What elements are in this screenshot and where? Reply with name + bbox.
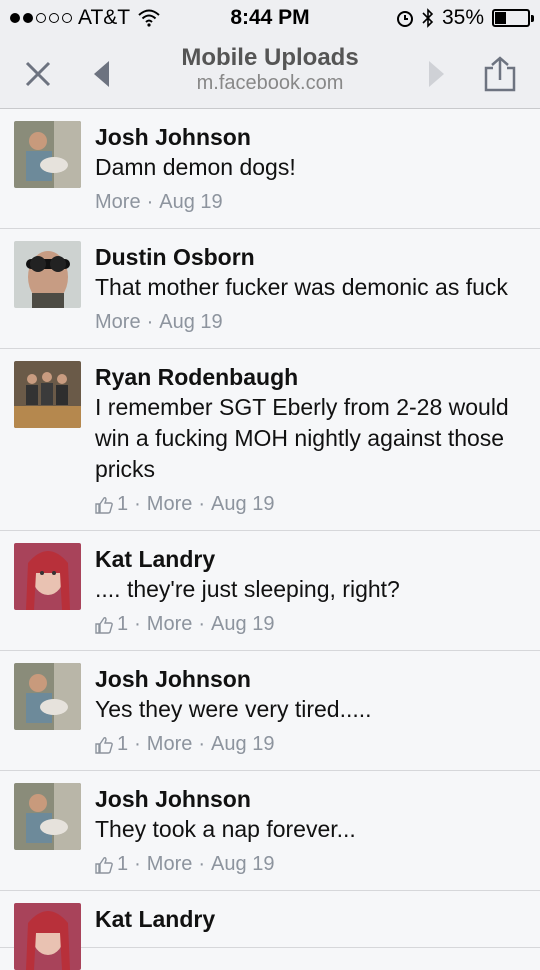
alarm-icon — [396, 11, 413, 27]
comment-text: They took a nap forever... — [95, 816, 356, 842]
comment-author[interactable]: Kat Landry — [95, 545, 526, 573]
comment-date: Aug 19 — [211, 493, 275, 515]
like-icon — [95, 856, 113, 874]
status-bar: AT&T 8:44 PM 35% — [0, 0, 540, 36]
like-icon — [95, 736, 113, 754]
navigation-bar: Mobile Uploads m.facebook.com — [0, 36, 540, 109]
more-link[interactable]: More — [147, 733, 193, 756]
comment-item: Kat Landry — [0, 891, 540, 970]
like-icon — [95, 616, 113, 634]
avatar[interactable] — [14, 783, 81, 850]
like-count[interactable]: 1 — [117, 493, 128, 516]
comment-date: Aug 19 — [211, 613, 275, 635]
comment-author[interactable]: Josh Johnson — [95, 665, 526, 693]
more-link[interactable]: More — [147, 613, 193, 636]
separator: · — [198, 613, 206, 635]
comment-item: Josh Johnson Damn demon dogs! More · Aug 19 — [0, 109, 540, 229]
share-icon — [484, 56, 516, 92]
more-link[interactable]: More — [95, 311, 141, 334]
separator: · — [146, 191, 154, 213]
comment-item: Dustin Osborn That mother fucker was demo… — [0, 229, 540, 349]
comment-text: Yes they were very tired..... — [95, 696, 372, 722]
battery-percent: 35% — [441, 6, 484, 29]
separator: · — [198, 493, 206, 515]
more-link[interactable]: More — [95, 191, 141, 214]
avatar[interactable] — [14, 241, 81, 308]
bluetooth-icon — [422, 8, 434, 28]
like-icon — [95, 496, 113, 514]
avatar[interactable] — [14, 663, 81, 730]
separator: · — [198, 733, 206, 755]
comment-meta: 1 · More · Aug 19 — [95, 613, 526, 636]
comment-item: Josh Johnson Yes they were very tired....… — [0, 651, 540, 771]
comment-meta: 1 · More · Aug 19 — [95, 853, 526, 876]
separator: · — [134, 853, 141, 875]
more-link[interactable]: More — [147, 493, 193, 516]
like-count[interactable]: 1 — [117, 733, 128, 756]
avatar[interactable] — [14, 361, 81, 428]
share-button[interactable] — [478, 52, 522, 96]
comment-author[interactable]: Josh Johnson — [95, 123, 526, 151]
comment-text: Damn demon dogs! — [95, 154, 296, 180]
like-count[interactable]: 1 — [117, 853, 128, 876]
page-title: Mobile Uploads — [181, 44, 359, 71]
avatar[interactable] — [14, 543, 81, 610]
forward-arrow-icon — [429, 61, 444, 87]
separator: · — [134, 493, 141, 515]
comment-meta: More · Aug 19 — [95, 191, 526, 214]
comment-list: Josh Johnson Damn demon dogs! More · Aug 19 D… — [0, 109, 540, 970]
status-right: 35% — [396, 6, 534, 30]
comment-text: That mother fucker was demonic as fuck — [95, 274, 508, 300]
forward-button[interactable] — [414, 52, 458, 96]
comment-meta: 1 · More · Aug 19 — [95, 733, 526, 756]
more-link[interactable]: More — [147, 853, 193, 876]
comment-date: Aug 19 — [211, 853, 275, 875]
separator: · — [198, 853, 206, 875]
comment-date: Aug 19 — [211, 733, 275, 755]
comment-item: Kat Landry .... they're just sleeping, ri… — [0, 531, 540, 651]
avatar[interactable] — [14, 121, 81, 188]
separator: · — [134, 613, 141, 635]
comment-author[interactable]: Ryan Rodenbaugh — [95, 363, 526, 391]
page-url: m.facebook.com — [196, 72, 344, 94]
separator: · — [134, 733, 141, 755]
comment-date: Aug 19 — [159, 191, 223, 213]
comment-text: .... they're just sleeping, right? — [95, 576, 400, 602]
like-count[interactable]: 1 — [117, 613, 128, 636]
battery-level — [495, 12, 507, 24]
comment-item: Ryan Rodenbaugh I remember SGT Eberly fro… — [0, 349, 540, 531]
separator: · — [146, 311, 154, 333]
comment-meta: 1 · More · Aug 19 — [95, 493, 526, 516]
comment-author[interactable]: Dustin Osborn — [95, 243, 526, 271]
comment-date: Aug 19 — [159, 311, 223, 333]
battery-icon — [492, 9, 534, 27]
comment-author[interactable]: Josh Johnson — [95, 785, 526, 813]
comment-meta: More · Aug 19 — [95, 311, 526, 334]
comment-author[interactable]: Kat Landry — [95, 905, 526, 933]
comment-text: I remember SGT Eberly from 2-28 would wi… — [95, 394, 509, 482]
comment-item: Josh Johnson They took a nap forever... 1 ·… — [0, 771, 540, 891]
